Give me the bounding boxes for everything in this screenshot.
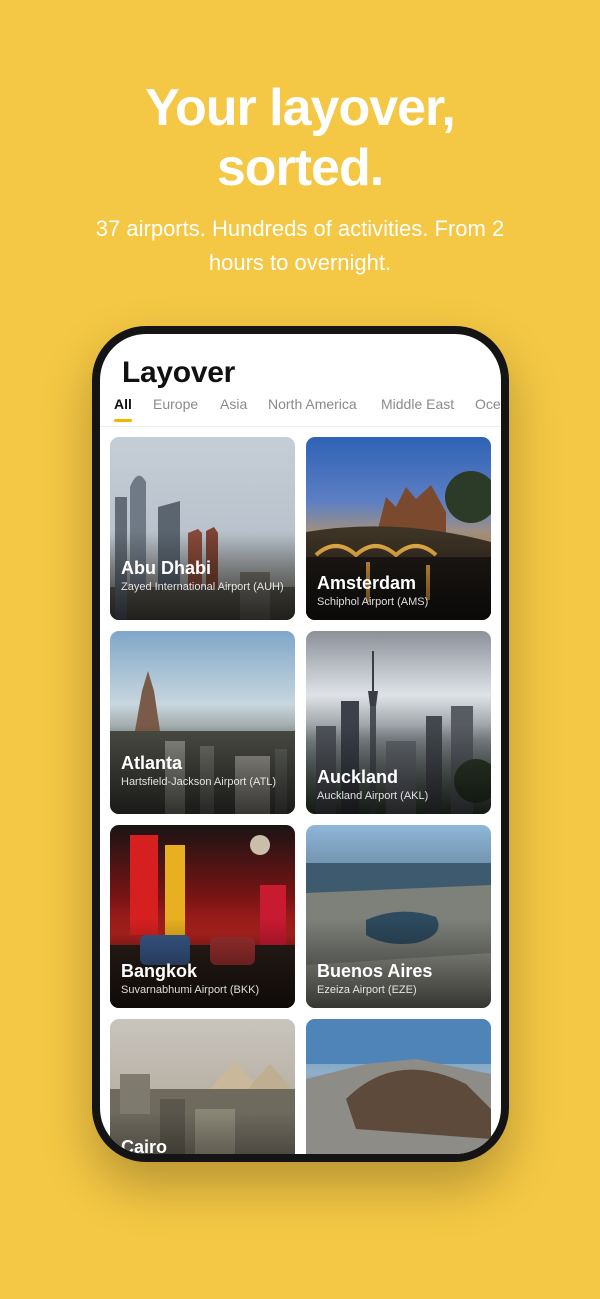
headline-line-2: sorted. [216, 139, 384, 197]
headline-line-1: Your layover, [145, 79, 456, 137]
airport-name: Zayed International Airport (AUH) [121, 581, 284, 593]
city-card-abu-dhabi[interactable]: Abu Dhabi Zayed International Airport (A… [110, 437, 295, 620]
hero-headline: Your layover, sorted. [0, 78, 600, 198]
mountain-photo [306, 1019, 491, 1154]
hero-subheadline: 37 airports. Hundreds of activities. Fro… [95, 216, 505, 275]
city-name: Abu Dhabi [121, 558, 211, 578]
city-card-buenos-aires[interactable]: Buenos Aires Ezeiza Airport (EZE) [306, 825, 491, 1008]
city-grid: Abu Dhabi Zayed International Airport (A… [100, 334, 501, 1154]
city-card-auckland[interactable]: Auckland Auckland Airport (AKL) [306, 631, 491, 814]
phone-screen: Layover All Europe Asia North America Mi… [100, 334, 501, 1154]
city-card-bangkok[interactable]: Bangkok Suvarnabhumi Airport (BKK) [110, 825, 295, 1008]
city-name: Atlanta [121, 753, 183, 773]
city-name: Buenos Aires [317, 961, 433, 981]
city-card-cairo[interactable]: Cairo [110, 1019, 295, 1154]
airport-name: Auckland Airport (AKL) [317, 790, 429, 802]
city-name: Amsterdam [317, 573, 417, 593]
city-name: Bangkok [121, 961, 198, 981]
airport-name: Suvarnabhumi Airport (BKK) [121, 984, 260, 996]
airport-name: Schiphol Airport (AMS) [317, 596, 429, 608]
city-card-atlanta[interactable]: Atlanta Hartsfield-Jackson Airport (ATL) [110, 631, 295, 814]
city-card-next[interactable] [306, 1019, 491, 1154]
city-card-amsterdam[interactable]: Amsterdam Schiphol Airport (AMS) [306, 437, 491, 620]
airport-name: Hartsfield-Jackson Airport (ATL) [121, 776, 277, 788]
city-name: Cairo [121, 1137, 168, 1154]
city-name: Auckland [317, 767, 399, 787]
phone-frame: Layover All Europe Asia North America Mi… [92, 326, 509, 1162]
airport-name: Ezeiza Airport (EZE) [317, 984, 417, 996]
